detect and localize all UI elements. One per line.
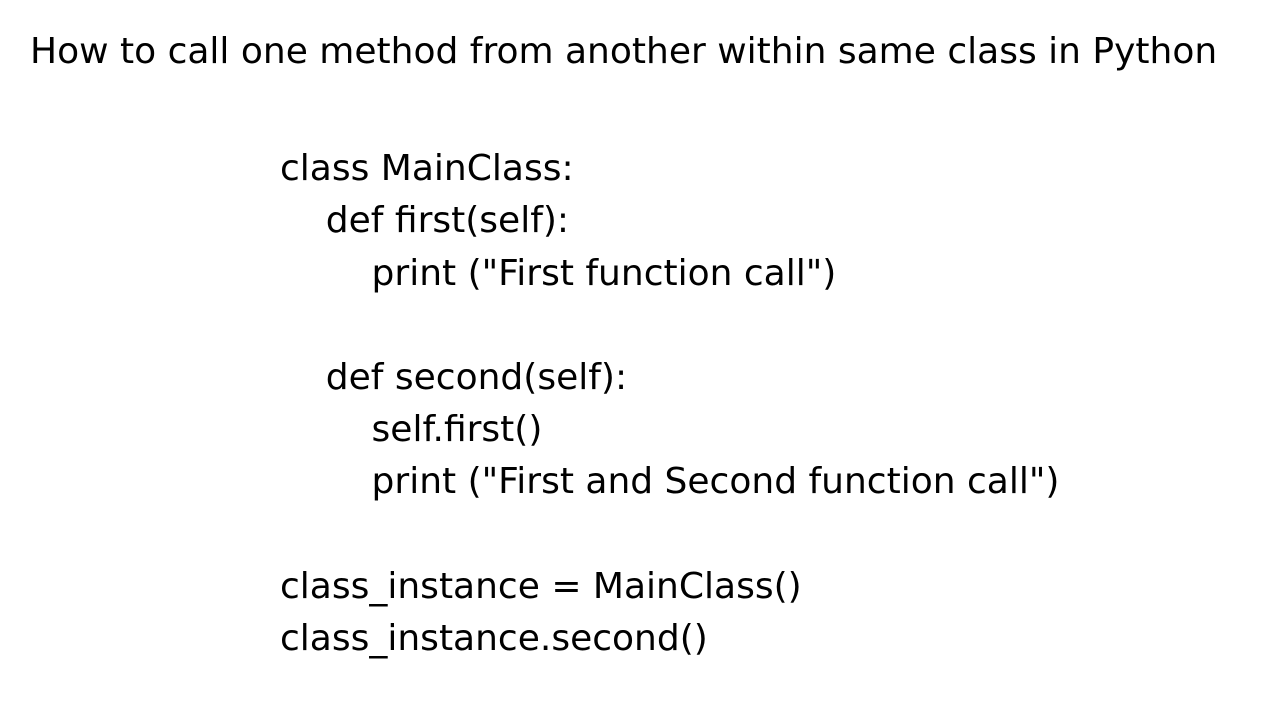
code-line: print ("First and Second function call") xyxy=(280,461,1059,502)
code-line: def second(self): xyxy=(280,357,627,398)
code-line: class MainClass: xyxy=(280,148,574,189)
code-line: print ("First function call") xyxy=(280,253,836,294)
code-line: class_instance.second() xyxy=(280,618,708,659)
page-title: How to call one method from another with… xyxy=(0,0,1280,73)
code-line: self.first() xyxy=(280,409,542,450)
code-block: class MainClass: def first(self): print … xyxy=(280,143,1280,665)
code-line: class_instance = MainClass() xyxy=(280,566,802,607)
code-line: def first(self): xyxy=(280,200,569,241)
